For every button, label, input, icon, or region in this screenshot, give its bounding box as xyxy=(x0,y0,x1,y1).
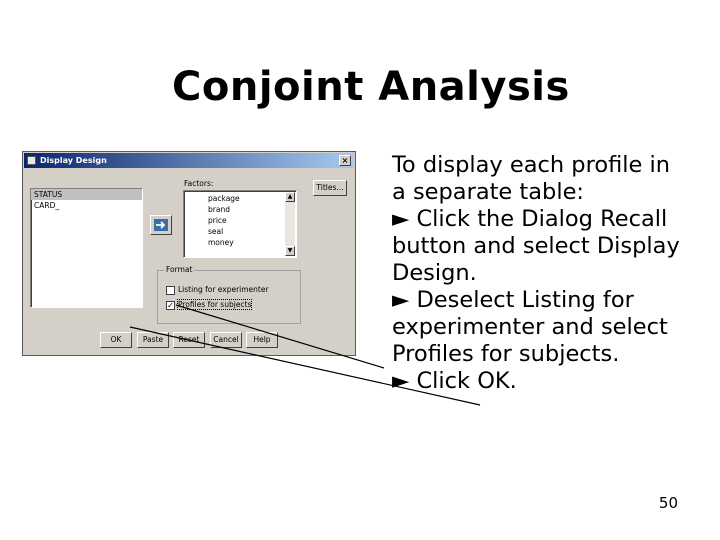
instruction-line: Design. xyxy=(392,260,477,286)
instruction-line: Profiles for subjects. xyxy=(392,341,620,367)
instruction-line: ► Click OK. xyxy=(392,368,517,394)
instruction-line: button and select Display xyxy=(392,233,680,259)
callout-line-profiles xyxy=(175,304,385,369)
instruction-line: ► Click the Dialog Recall xyxy=(392,206,668,232)
instruction-line: ► Deselect Listing for xyxy=(392,287,634,313)
instruction-line: experimenter and select xyxy=(392,314,668,340)
instruction-line: To display each profile in xyxy=(392,152,671,178)
instruction-line: a separate table: xyxy=(392,179,584,205)
page-number: 50 xyxy=(658,494,678,512)
instruction-text: To display each profile in a separate ta… xyxy=(392,152,692,395)
